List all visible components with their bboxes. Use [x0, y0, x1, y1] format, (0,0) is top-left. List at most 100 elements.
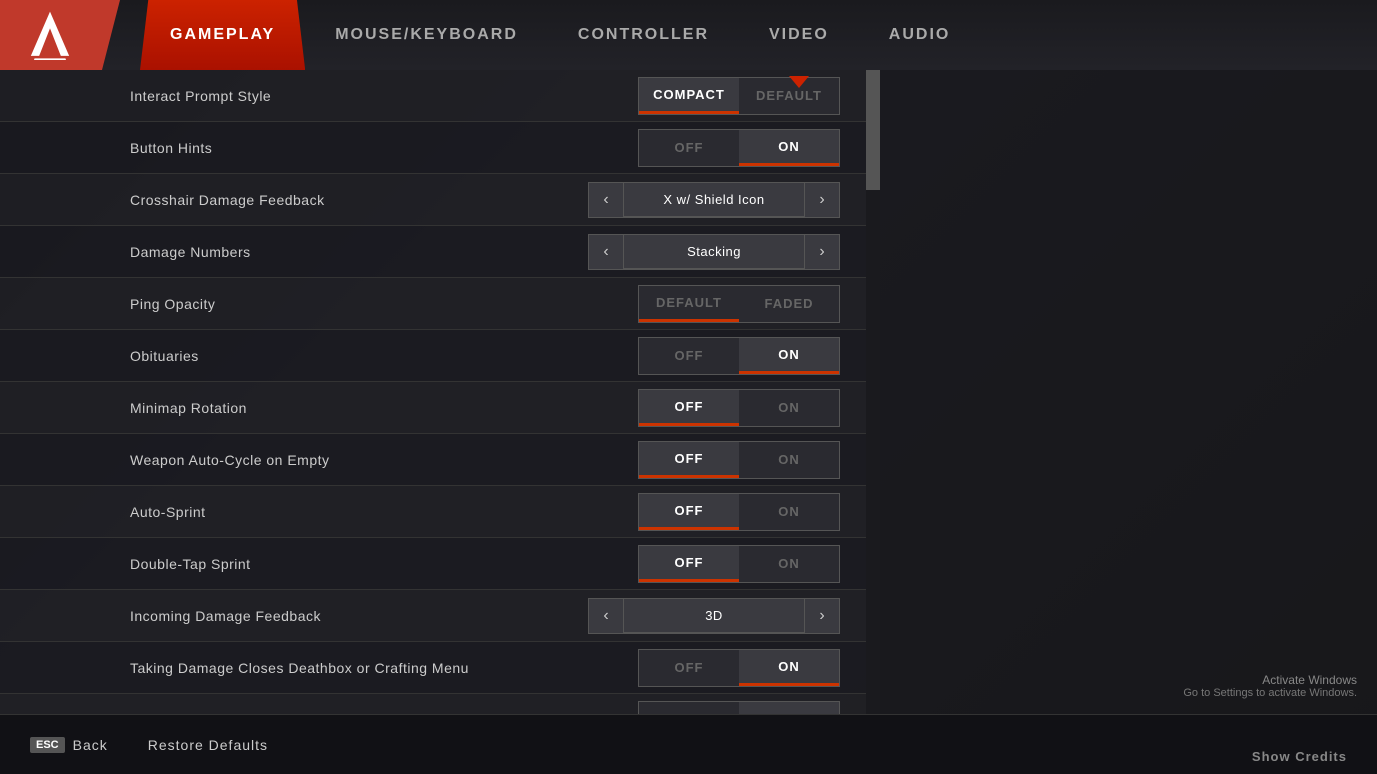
setting-label-damage-numbers: Damage Numbers	[130, 244, 251, 260]
toggle-on-takingdmg[interactable]: On	[739, 650, 839, 686]
setting-row-minimap: Minimap Rotation Off On	[0, 382, 880, 434]
selector-incoming-damage: ‹ 3D ›	[588, 598, 840, 634]
back-button[interactable]: ESC Back	[30, 737, 108, 753]
toggle-on-weapon[interactable]: On	[739, 442, 839, 478]
control-incoming-damage: ‹ 3D ›	[588, 598, 840, 634]
setting-row-taking-damage: Taking Damage Closes Deathbox or Craftin…	[0, 642, 880, 694]
selector-left-crosshair[interactable]: ‹	[588, 182, 624, 218]
activate-windows-line1: Activate Windows	[1183, 673, 1357, 687]
setting-row-interact-prompt: Interact Prompt Style Compact Default	[0, 70, 880, 122]
logo-area	[0, 0, 120, 70]
tab-video[interactable]: VIDEO	[739, 0, 859, 70]
scrollbar-thumb[interactable]	[866, 70, 880, 190]
control-minimap: Off On	[638, 389, 840, 427]
setting-row-hopup: Hop-Up Pop-Up Off On	[0, 694, 880, 714]
scrollbar-track	[866, 70, 880, 714]
tab-mouse-keyboard[interactable]: MOUSE/KEYBOARD	[305, 0, 548, 70]
setting-label-interact-prompt: Interact Prompt Style	[130, 88, 271, 104]
apex-logo-icon	[25, 10, 75, 60]
toggle-compact-btn[interactable]: Compact	[639, 78, 739, 114]
toggle-default-ping[interactable]: Default	[639, 286, 739, 322]
selector-damage-numbers: ‹ Stacking ›	[588, 234, 840, 270]
credits-label: Show Credits	[1252, 749, 1347, 764]
setting-label-weapon-autocycle: Weapon Auto-Cycle on Empty	[130, 452, 330, 468]
selector-left-damage[interactable]: ‹	[588, 234, 624, 270]
toggle-obituaries: Off On	[638, 337, 840, 375]
setting-label-obituaries: Obituaries	[130, 348, 199, 364]
setting-row-obituaries: Obituaries Off On	[0, 330, 880, 382]
selector-right-incoming[interactable]: ›	[804, 598, 840, 634]
toggle-off-doubletap[interactable]: Off	[639, 546, 739, 582]
show-credits-button[interactable]: Show Credits	[1252, 749, 1347, 764]
toggle-button-hints: Off On	[638, 129, 840, 167]
toggle-on-obituaries[interactable]: On	[739, 338, 839, 374]
setting-label-double-tap: Double-Tap Sprint	[130, 556, 251, 572]
activate-windows-line2: Go to Settings to activate Windows.	[1183, 687, 1357, 699]
selector-right-crosshair[interactable]: ›	[804, 182, 840, 218]
selector-left-incoming[interactable]: ‹	[588, 598, 624, 634]
toggle-on-autosprint[interactable]: On	[739, 494, 839, 530]
toggle-ping-opacity: Default Faded	[638, 285, 840, 323]
control-double-tap: Off On	[638, 545, 840, 583]
control-button-hints: Off On	[638, 129, 840, 167]
right-panel	[880, 70, 1377, 714]
setting-row-auto-sprint: Auto-Sprint Off On	[0, 486, 880, 538]
tab-controller[interactable]: CONTROLLER	[548, 0, 739, 70]
toggle-auto-sprint: Off On	[638, 493, 840, 531]
setting-row-incoming-damage: Incoming Damage Feedback ‹ 3D ›	[0, 590, 880, 642]
bottom-bar: ESC Back Restore Defaults Show Credits	[0, 714, 1377, 774]
esc-badge: ESC	[30, 737, 65, 753]
video-tab-arrow	[789, 76, 809, 88]
toggle-off-minimap[interactable]: Off	[639, 390, 739, 426]
setting-row-double-tap: Double-Tap Sprint Off On	[0, 538, 880, 590]
setting-label-taking-damage: Taking Damage Closes Deathbox or Craftin…	[130, 660, 469, 676]
setting-label-auto-sprint: Auto-Sprint	[130, 504, 206, 520]
setting-row-ping-opacity: Ping Opacity Default Faded	[0, 278, 880, 330]
setting-label-incoming-damage: Incoming Damage Feedback	[130, 608, 321, 624]
control-damage-numbers: ‹ Stacking ›	[588, 234, 840, 270]
toggle-off-weapon[interactable]: Off	[639, 442, 739, 478]
settings-list: Interact Prompt Style Compact Default Bu…	[0, 70, 880, 714]
setting-label-minimap: Minimap Rotation	[130, 400, 247, 416]
toggle-on-button-hints[interactable]: On	[739, 130, 839, 166]
setting-row-weapon-autocycle: Weapon Auto-Cycle on Empty Off On	[0, 434, 880, 486]
setting-row-damage-numbers: Damage Numbers ‹ Stacking ›	[0, 226, 880, 278]
tab-gameplay[interactable]: GAMEPLAY	[140, 0, 305, 70]
control-weapon-autocycle: Off On	[638, 441, 840, 479]
nav-tabs: GAMEPLAY MOUSE/KEYBOARD CONTROLLER VIDEO…	[120, 0, 1377, 70]
toggle-off-takingdmg[interactable]: Off	[639, 650, 739, 686]
toggle-faded-ping[interactable]: Faded	[739, 286, 839, 322]
control-ping-opacity: Default Faded	[638, 285, 840, 323]
toggle-hopup: Off On	[638, 701, 840, 715]
toggle-on-hopup[interactable]: On	[739, 702, 839, 715]
selector-crosshair: ‹ X w/ Shield Icon ›	[588, 182, 840, 218]
toggle-on-doubletap[interactable]: On	[739, 546, 839, 582]
selector-right-damage[interactable]: ›	[804, 234, 840, 270]
setting-label-crosshair: Crosshair Damage Feedback	[130, 192, 325, 208]
selector-value-incoming: 3D	[624, 598, 804, 634]
tab-audio[interactable]: AUDIO	[859, 0, 981, 70]
control-crosshair: ‹ X w/ Shield Icon ›	[588, 182, 840, 218]
toggle-double-tap: Off On	[638, 545, 840, 583]
toggle-taking-damage: Off On	[638, 649, 840, 687]
control-auto-sprint: Off On	[638, 493, 840, 531]
nav-bar: GAMEPLAY MOUSE/KEYBOARD CONTROLLER VIDEO…	[0, 0, 1377, 70]
settings-scroll[interactable]: Interact Prompt Style Compact Default Bu…	[0, 70, 880, 714]
selector-value-damage: Stacking	[624, 234, 804, 270]
restore-label: Restore Defaults	[148, 737, 268, 753]
toggle-interact-prompt: Compact Default	[638, 77, 840, 115]
activate-windows-notice: Activate Windows Go to Settings to activ…	[1183, 673, 1357, 699]
setting-label-ping-opacity: Ping Opacity	[130, 296, 215, 312]
setting-row-crosshair: Crosshair Damage Feedback ‹ X w/ Shield …	[0, 174, 880, 226]
toggle-off-hopup[interactable]: Off	[639, 702, 739, 715]
restore-defaults-button[interactable]: Restore Defaults	[148, 737, 268, 753]
toggle-off-autosprint[interactable]: Off	[639, 494, 739, 530]
toggle-off-button-hints[interactable]: Off	[639, 130, 739, 166]
control-hopup: Off On	[638, 701, 840, 715]
selector-value-crosshair: X w/ Shield Icon	[624, 182, 804, 218]
toggle-minimap: Off On	[638, 389, 840, 427]
toggle-off-obituaries[interactable]: Off	[639, 338, 739, 374]
back-label: Back	[73, 737, 108, 753]
control-interact-prompt: Compact Default	[638, 77, 840, 115]
toggle-on-minimap[interactable]: On	[739, 390, 839, 426]
